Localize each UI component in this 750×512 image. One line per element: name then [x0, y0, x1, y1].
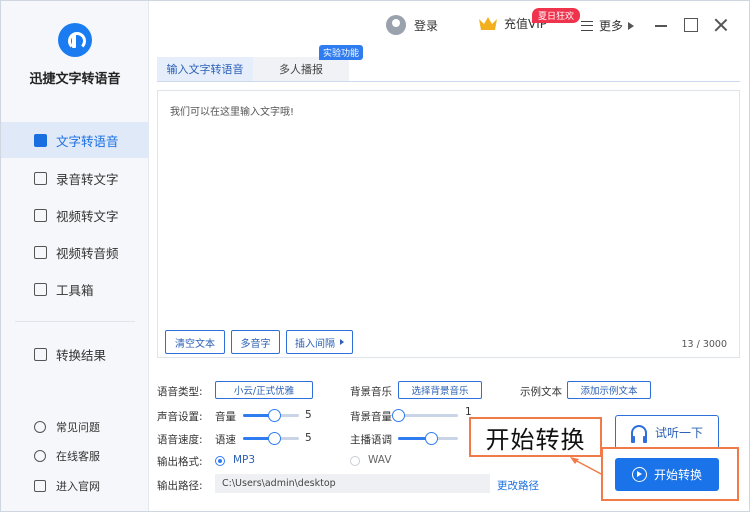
tab-underline: [157, 81, 740, 82]
login-button[interactable]: 登录: [386, 15, 438, 35]
monitor-icon: [34, 480, 46, 492]
start-convert-label: 开始转换: [653, 468, 702, 482]
volume-value: 5: [305, 409, 312, 421]
video-audio-icon: [34, 245, 47, 259]
speech-speed-label: 语音速度:: [157, 434, 203, 446]
sidebar-item-video-to-audio[interactable]: 视频转音频: [1, 234, 149, 270]
experimental-badge: 实验功能: [319, 45, 364, 60]
format-mp3-label[interactable]: MP3: [233, 454, 255, 466]
menu-icon: [581, 20, 593, 31]
sidebar-item-label: 转换结果: [56, 347, 107, 363]
annotation-callout: 开始转换: [469, 417, 602, 457]
sidebar-item-toolbox[interactable]: 工具箱: [1, 271, 149, 307]
headset-icon: [34, 450, 46, 462]
footer-item-faq[interactable]: 常见问题: [1, 419, 149, 435]
results-icon: [34, 347, 47, 361]
toolbox-icon: [34, 282, 47, 296]
output-path-label: 输出路径:: [157, 480, 203, 492]
close-button[interactable]: [714, 18, 728, 32]
video-text-icon: [34, 208, 47, 222]
title-bar: 登录 充值VIP 夏日狂欢 更多: [149, 1, 749, 51]
footer-item-label: 进入官网: [56, 480, 100, 493]
output-format-label: 输出格式:: [157, 456, 203, 468]
bg-volume-knob[interactable]: [392, 409, 405, 422]
preview-label: 试听一下: [654, 425, 703, 440]
recording-icon: [34, 171, 47, 185]
caret-right-icon: [340, 339, 344, 345]
minimize-button[interactable]: [654, 18, 668, 32]
play-circle-icon: [631, 467, 647, 482]
speed-sub-label: 语速: [215, 434, 236, 446]
sidebar: 迅捷文字转语音 文字转语音 录音转文字 视频转文字 视频转音频 工具箱 转换结果: [1, 1, 149, 511]
pitch-label: 主播语调: [350, 434, 392, 446]
insert-pause-label: 插入间隔: [295, 338, 335, 350]
volume-label: 音量: [215, 411, 236, 423]
start-convert-button[interactable]: 开始转换: [615, 458, 719, 491]
volume-knob[interactable]: [268, 409, 281, 422]
clear-text-button[interactable]: 清空文本: [165, 330, 225, 354]
editor-placeholder: 我们可以在这里输入文字哦!: [170, 107, 295, 118]
change-path-link[interactable]: 更改路径: [497, 478, 539, 493]
sidebar-item-label: 工具箱: [56, 282, 94, 298]
sidebar-item-label: 录音转文字: [56, 171, 119, 187]
headphone-icon: [630, 425, 647, 443]
voice-type-label: 语音类型:: [157, 386, 203, 398]
tab-text-input[interactable]: 输入文字转语音: [157, 57, 253, 81]
maximize-button[interactable]: [684, 18, 698, 32]
footer-item-label: 在线客服: [56, 450, 100, 463]
sidebar-item-recording-to-text[interactable]: 录音转文字: [1, 160, 149, 196]
promo-badge: 夏日狂欢: [532, 8, 581, 23]
crown-icon: [479, 16, 497, 30]
bg-music-label: 背景音乐: [350, 386, 392, 398]
voice-type-button[interactable]: 小云/正式优雅: [215, 381, 313, 399]
format-mp3-radio[interactable]: [215, 456, 225, 466]
sidebar-item-label: 文字转语音: [56, 133, 119, 149]
app-logo-icon: [58, 23, 92, 57]
bg-music-button[interactable]: 选择背景音乐: [398, 381, 482, 399]
example-text-label: 示例文本: [520, 386, 562, 398]
pitch-knob[interactable]: [425, 432, 438, 445]
more-label: 更多: [599, 19, 624, 33]
speed-slider[interactable]: [243, 432, 299, 445]
app-window: 迅捷文字转语音 文字转语音 录音转文字 视频转文字 视频转音频 工具箱 转换结果: [0, 0, 750, 512]
sidebar-item-results[interactable]: 转换结果: [1, 336, 149, 372]
app-name: 迅捷文字转语音: [29, 72, 121, 87]
output-path-field[interactable]: C:\Users\admin\desktop: [215, 474, 490, 493]
sound-settings-label: 声音设置:: [157, 411, 203, 423]
bg-volume-label: 背景音量: [350, 411, 392, 423]
pitch-slider[interactable]: [398, 432, 458, 445]
speed-knob[interactable]: [268, 432, 281, 445]
preview-button[interactable]: 试听一下: [615, 415, 719, 449]
bg-volume-slider[interactable]: [392, 409, 458, 422]
footer-item-support[interactable]: 在线客服: [1, 448, 149, 464]
more-menu-button[interactable]: 更多: [581, 17, 635, 34]
insert-pause-button[interactable]: 插入间隔: [286, 330, 353, 354]
polyphone-button[interactable]: 多音字: [231, 330, 280, 354]
format-wav-radio[interactable]: [350, 456, 360, 466]
volume-slider[interactable]: [243, 409, 299, 422]
login-label: 登录: [414, 18, 439, 33]
text-to-speech-icon: [34, 133, 47, 147]
user-avatar-icon: [386, 15, 406, 35]
sidebar-item-label: 视频转音频: [56, 245, 119, 261]
format-wav-label[interactable]: WAV: [368, 454, 392, 466]
footer-item-website[interactable]: 进入官网: [1, 478, 149, 494]
char-counter: 13 / 3000: [681, 339, 727, 350]
sidebar-item-text-to-speech[interactable]: 文字转语音: [1, 122, 149, 158]
annotation-arrow-icon: [570, 457, 604, 476]
speed-value: 5: [305, 432, 312, 444]
sidebar-item-label: 视频转文字: [56, 208, 119, 224]
tab-multi-speaker[interactable]: 多人播报: [253, 57, 349, 81]
sidebar-item-video-to-text[interactable]: 视频转文字: [1, 197, 149, 233]
question-icon: [34, 421, 46, 433]
example-text-button[interactable]: 添加示例文本: [567, 381, 651, 399]
sidebar-divider: [15, 321, 135, 322]
footer-item-label: 常见问题: [56, 421, 100, 434]
caret-right-icon: [628, 21, 635, 30]
text-editor[interactable]: 我们可以在这里输入文字哦! 清空文本 多音字 插入间隔 13 / 3000: [157, 90, 740, 358]
callout-text: 开始转换: [485, 425, 586, 454]
